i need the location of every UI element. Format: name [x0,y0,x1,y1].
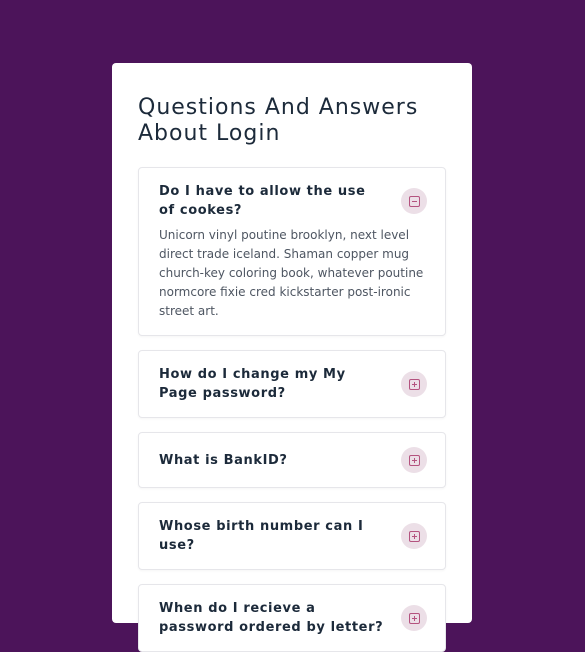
faq-item-header[interactable]: Do I have to allow the use of cookes? [139,168,445,220]
expand-button[interactable] [401,605,427,631]
plus-square-icon [408,530,420,542]
collapse-button[interactable] [401,188,427,214]
faq-question: What is BankID? [159,452,288,468]
expand-button[interactable] [401,523,427,549]
faq-answer: Unicorn vinyl poutine brooklyn, next lev… [159,228,424,318]
plus-square-icon [408,454,420,466]
plus-square-icon [408,378,420,390]
faq-question: Do I have to allow the use of cookes? [159,184,366,218]
faq-question: When do I recieve a password ordered by … [159,601,384,635]
faq-item: Do I have to allow the use of cookes? Un… [138,167,446,336]
faq-question: How do I change my My Page password? [159,367,346,401]
faq-card: Questions And Answers About Login Do I h… [112,63,472,652]
faq-question: Whose birth number can I use? [159,519,364,553]
faq-item: When do I recieve a password ordered by … [138,584,446,652]
faq-item: How do I change my My Page password? [138,350,446,418]
expand-button[interactable] [401,447,427,473]
faq-item-header[interactable]: Whose birth number can I use? [139,503,445,569]
faq-item-header[interactable]: When do I recieve a password ordered by … [139,585,445,651]
faq-item-header[interactable]: How do I change my My Page password? [139,351,445,417]
faq-item: Whose birth number can I use? [138,502,446,570]
page-title: Questions And Answers About Login [138,95,419,146]
faq-item-header[interactable]: What is BankID? [139,433,445,487]
minus-square-icon [408,195,420,207]
plus-square-icon [408,612,420,624]
expand-button[interactable] [401,371,427,397]
faq-item: What is BankID? [138,432,446,488]
